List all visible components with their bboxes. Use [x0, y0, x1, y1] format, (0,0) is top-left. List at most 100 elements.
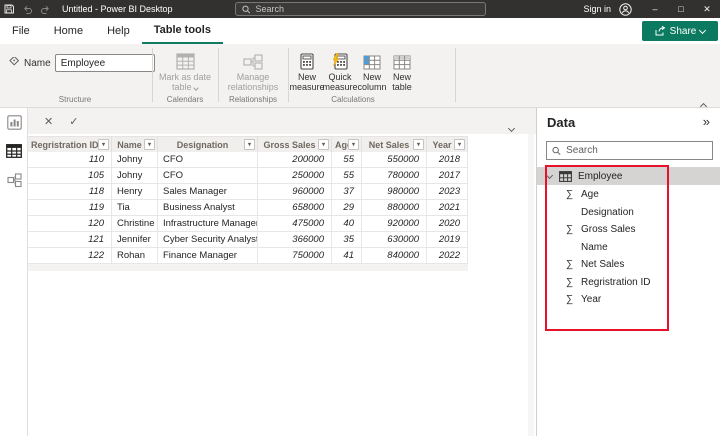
table-row[interactable]: 110 Johny CFO 200000 55 550000 2018: [28, 152, 468, 168]
filter-dropdown-button[interactable]: ▾: [318, 139, 329, 150]
expand-chevron-icon[interactable]: [545, 171, 554, 179]
ribbon-tabs: File Home Help Table tools Share: [0, 18, 720, 44]
sign-in-button[interactable]: Sign in: [583, 4, 611, 14]
column-header-year[interactable]: Year ▾: [427, 137, 468, 152]
column-header-gross-sales[interactable]: Gross Sales ▾: [258, 137, 332, 152]
table-header-row: Regristration ID ▾ Name ▾ Designation ▾ Gro…: [28, 136, 468, 152]
manage-relationships-label: Manage relationships: [227, 72, 279, 92]
data-view-icon[interactable]: [6, 143, 22, 159]
column-header-net-sales[interactable]: Net Sales ▾: [362, 137, 427, 152]
new-table-label: New table: [392, 72, 412, 92]
filter-dropdown-button[interactable]: ▾: [244, 139, 255, 150]
tab-home[interactable]: Home: [42, 18, 95, 44]
sigma-icon: ∑: [566, 276, 574, 288]
ribbon: Name Structure Mark as date table Calend…: [0, 44, 720, 111]
field-item-age[interactable]: ∑ Age: [537, 186, 720, 204]
data-pane: Data » Employee ∑ Age Designation ∑ Gros…: [536, 108, 720, 436]
table-footer-strip: [28, 264, 468, 271]
column-header-registration-id[interactable]: Regristration ID ▾: [28, 137, 112, 152]
calculator-icon: [300, 53, 314, 70]
field-item-year[interactable]: ∑ Year: [537, 291, 720, 309]
group-separator: [152, 48, 153, 103]
filter-dropdown-button[interactable]: ▾: [454, 139, 465, 150]
tab-table-tools[interactable]: Table tools: [141, 18, 223, 44]
filter-dropdown-button[interactable]: ▾: [98, 139, 109, 150]
table-name-input[interactable]: [54, 54, 155, 72]
sigma-icon: ∑: [566, 224, 574, 236]
account-avatar-icon[interactable]: [619, 2, 632, 16]
mark-as-date-table-label: Mark as date table: [158, 72, 212, 92]
field-item-net-sales[interactable]: ∑ Net Sales: [537, 256, 720, 274]
name-field-label: Name: [24, 57, 51, 69]
filter-dropdown-button[interactable]: ▾: [348, 139, 359, 150]
chevron-down-icon: [193, 85, 199, 91]
search-icon: [552, 146, 561, 155]
table-row[interactable]: 120 Christine Infrastructure Manager 475…: [28, 216, 468, 232]
group-label-structure: Structure: [58, 95, 92, 104]
sigma-icon: ∑: [566, 259, 574, 271]
field-item-gross-sales[interactable]: ∑ Gross Sales: [537, 221, 720, 239]
collapse-pane-icon[interactable]: »: [703, 114, 710, 129]
share-button[interactable]: Share: [642, 21, 718, 41]
new-column-button[interactable]: New column: [355, 48, 389, 93]
model-view-icon[interactable]: [6, 172, 22, 188]
group-label-relationships: Relationships: [228, 95, 278, 104]
table-row[interactable]: 119 Tia Business Analyst 658000 29 88000…: [28, 200, 468, 216]
save-icon[interactable]: [0, 0, 18, 18]
undo-icon[interactable]: [18, 0, 36, 18]
powerbi-window: Untitled - Power BI Desktop Sign in – □ …: [0, 0, 720, 436]
table-name-label: Employee: [578, 170, 623, 182]
manage-relationships-button[interactable]: Manage relationships: [220, 48, 286, 93]
tag-icon: [9, 57, 20, 66]
table-row[interactable]: 105 Johny CFO 250000 55 780000 2017: [28, 168, 468, 184]
tab-help[interactable]: Help: [95, 18, 142, 44]
fields-search-box[interactable]: [546, 141, 713, 160]
report-view-icon[interactable]: [6, 114, 22, 130]
global-search-box[interactable]: [235, 2, 486, 16]
cancel-icon[interactable]: ✕: [44, 115, 53, 128]
new-column-icon: [363, 55, 381, 70]
data-table: Regristration ID ▾ Name ▾ Designation ▾ Gro…: [28, 136, 468, 271]
table-node-employee[interactable]: Employee: [537, 167, 720, 185]
tab-file[interactable]: File: [0, 18, 42, 44]
column-header-name[interactable]: Name ▾: [112, 137, 158, 152]
vertical-scrollbar[interactable]: [528, 134, 534, 436]
commit-icon[interactable]: ✓: [69, 115, 78, 128]
new-table-button[interactable]: New table: [386, 48, 418, 93]
sigma-icon: ∑: [566, 294, 574, 306]
calendar-table-icon: [175, 53, 195, 70]
titlebar: Untitled - Power BI Desktop Sign in – □ …: [0, 0, 720, 18]
group-label-calculations: Calculations: [331, 95, 375, 104]
group-separator: [455, 48, 456, 103]
filter-dropdown-button[interactable]: ▾: [144, 139, 155, 150]
field-item-regristration-id[interactable]: ∑ Regristration ID: [537, 274, 720, 292]
table-row[interactable]: 121 Jennifer Cyber Security Analyst 3660…: [28, 232, 468, 248]
close-button[interactable]: ✕: [694, 0, 720, 18]
table-icon: [559, 170, 572, 182]
field-item-designation[interactable]: Designation: [537, 204, 720, 222]
global-search-input[interactable]: [255, 4, 479, 14]
new-measure-label: New measure: [289, 72, 325, 92]
quick-measure-button[interactable]: Quick measure: [321, 48, 359, 93]
redo-icon[interactable]: [36, 0, 54, 18]
column-header-age[interactable]: Age▾: [332, 137, 362, 152]
formula-bar-expand-icon[interactable]: [507, 118, 516, 136]
quick-measure-icon: [332, 53, 348, 70]
minimize-button[interactable]: –: [642, 0, 668, 18]
window-title: Untitled - Power BI Desktop: [62, 4, 173, 14]
group-label-calendars: Calendars: [166, 95, 204, 104]
quick-measure-label: Quick measure: [322, 72, 358, 92]
data-pane-title: Data: [547, 115, 576, 130]
relationships-icon: [243, 54, 263, 70]
field-item-name[interactable]: Name: [537, 239, 720, 257]
table-row[interactable]: 118 Henry Sales Manager 960000 37 980000…: [28, 184, 468, 200]
filter-dropdown-button[interactable]: ▾: [413, 139, 424, 150]
table-row[interactable]: 122 Rohan Finance Manager 750000 41 8400…: [28, 248, 468, 264]
mark-as-date-table-button[interactable]: Mark as date table: [154, 48, 216, 93]
maximize-button[interactable]: □: [668, 0, 694, 18]
share-icon: [655, 26, 666, 36]
view-sidebar: [0, 108, 28, 436]
fields-search-input[interactable]: [566, 145, 707, 156]
column-header-designation[interactable]: Designation ▾: [158, 137, 258, 152]
formula-bar[interactable]: ✕ ✓: [28, 108, 536, 134]
